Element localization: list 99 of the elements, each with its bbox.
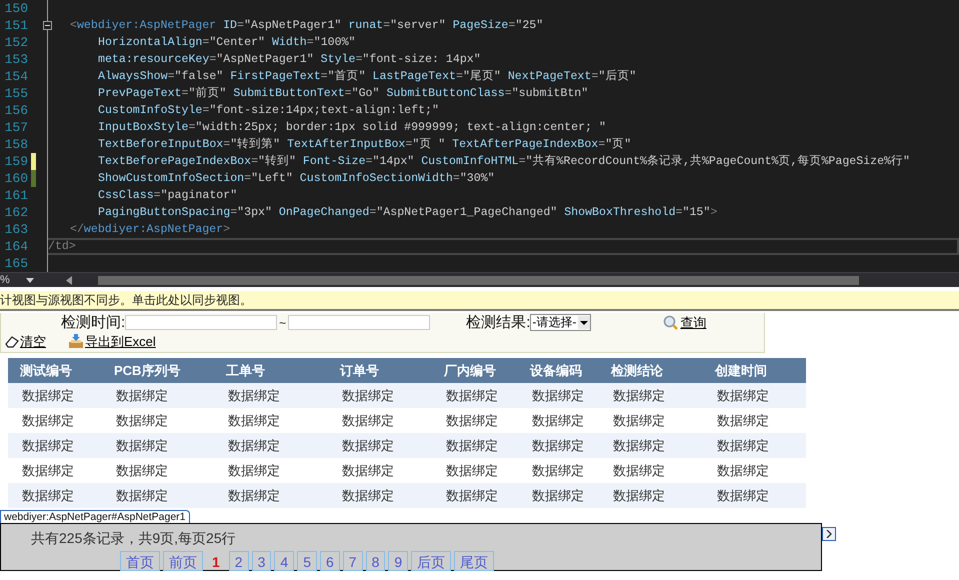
start-time-field[interactable] [125,315,278,330]
table-cell: 数据绑定 [328,383,432,408]
range-separator: ~ [279,316,286,330]
column-header[interactable]: 测试编号 [8,358,102,383]
table-cell: 数据绑定 [432,383,518,408]
table-cell: 数据绑定 [214,383,328,408]
magnifier-icon [663,314,680,330]
code-line: <webdiyer:AspNetPager ID="AspNetPager1" runat="server" PageSize="25" [70,18,544,33]
code-line: meta:resourceKey="AspNetPager1" Style="font-size: 14px" [98,52,481,67]
page-button[interactable]: 首页 [120,551,160,571]
sync-warning-bar[interactable]: 计视图与源视图不同步。单击此处以同步视图。 [0,291,959,311]
table-cell: 数据绑定 [214,483,328,508]
table-cell: 数据绑定 [8,383,102,408]
record-info: 共有225条记录，共9页,每页25行 [31,530,237,548]
column-header[interactable]: PCB序列号 [102,358,214,383]
line-number: 150 [4,0,28,17]
column-header[interactable]: 厂内编号 [432,358,518,383]
collapse-icon[interactable] [42,21,52,30]
code-line: TextBeforeInputBox="转到第" TextAfterInputBox="页 " TextAfterPageIndexBox="页" [98,137,632,152]
code-line: InputBoxStyle="width:25px; border:1px solid #999999; text-align:center; " [98,120,606,135]
line-number: 160 [4,170,28,187]
page-button[interactable]: 5 [297,551,317,571]
table-cell: 数据绑定 [102,483,214,508]
page-button[interactable]: 1 [206,551,226,571]
code-line: PagingButtonSpacing="3px" OnPageChanged="AspNetPager1_PageChanged" ShowBoxThreshold="15"> [98,205,718,220]
line-number: 156 [4,102,28,119]
table-cell: 数据绑定 [102,433,214,458]
table-cell: 数据绑定 [703,383,806,408]
chevron-icon [826,530,832,538]
code-line: PrevPageText="前页" SubmitButtonText="Go" SubmitButtonClass="submitBtn" [98,86,588,101]
line-number: 158 [4,136,28,153]
column-header[interactable]: 检测结论 [599,358,703,383]
table-cell: 数据绑定 [518,383,599,408]
code-line: TextBeforePageIndexBox="转到" Font-Size="14px" CustomInfoHTML="共有%RecordCount%条记录,共%PageCount%页,每页%PageSize%行" [98,154,910,169]
time-label: 检测时间: [61,313,126,332]
result-select[interactable]: -请选择- [530,314,592,331]
page-button[interactable]: 尾页 [454,551,494,571]
line-number: 165 [4,255,28,272]
table-cell: 数据绑定 [214,433,328,458]
page-button[interactable]: 8 [366,551,386,571]
line-number: 161 [4,187,28,204]
table-cell: 数据绑定 [599,483,703,508]
table-cell: 数据绑定 [102,383,214,408]
table-cell: 数据绑定 [599,383,703,408]
page-button[interactable]: 9 [388,551,408,571]
table-cell: 数据绑定 [518,483,599,508]
query-link[interactable]: 查询 [663,314,706,332]
page-button[interactable]: 6 [320,551,340,571]
scroll-left-icon[interactable] [66,276,72,284]
caret-icon[interactable] [26,278,34,282]
table-cell: 数据绑定 [432,433,518,458]
table-cell: 数据绑定 [8,433,102,458]
table-cell: 数据绑定 [599,433,703,458]
code-line: /td> [48,239,76,254]
code-line: CssClass="paginator" [98,188,238,203]
line-number: 159 [4,153,28,170]
column-header[interactable]: 设备编码 [518,358,599,383]
line-number: 164 [4,238,28,255]
line-number: 154 [4,68,28,85]
code-line: CustomInfoStyle="font-size:14px;text-align:left;" [98,103,439,118]
table-cell: 数据绑定 [703,483,806,508]
table-cell: 数据绑定 [703,433,806,458]
page-button[interactable]: 2 [228,551,249,571]
line-number: 155 [4,85,28,102]
line-number: 157 [4,119,28,136]
code-line: HorizontalAlign="Center" Width="100%" [98,35,356,50]
column-header[interactable]: 创建时间 [703,358,806,383]
column-header[interactable]: 订单号 [328,358,432,383]
line-number: 152 [4,34,28,51]
zoom-level[interactable]: % [0,274,22,286]
table-cell: 数据绑定 [328,433,432,458]
eraser-icon [5,336,19,348]
table-cell: 数据绑定 [8,483,102,508]
dropdown-icon [578,316,590,329]
export-link[interactable]: 导出到Excel [68,332,156,350]
page-button[interactable]: 3 [252,551,272,571]
line-number: 153 [4,51,28,68]
table-cell: 数据绑定 [328,483,432,508]
line-number: 162 [4,204,28,221]
page-button[interactable]: 7 [342,551,363,571]
table-cell: 数据绑定 [432,483,518,508]
code-editor[interactable] [0,0,959,287]
expand-button[interactable] [822,527,836,541]
page-button[interactable]: 4 [274,551,294,571]
line-number: 163 [4,221,28,238]
table-cell: 数据绑定 [518,433,599,458]
export-icon [68,334,84,349]
column-header[interactable]: 工单号 [214,358,328,383]
code-line: ShowCustomInfoSection="Left" CustomInfoSectionWidth="30%" [98,171,495,186]
control-tag: webdiyer:AspNetPager#AspNetPager1 [0,510,190,523]
code-line: AlwaysShow="false" FirstPageText="首页" LastPageText="尾页" NextPageText="后页" [98,69,636,84]
scrollbar-thumb[interactable] [98,276,859,285]
page-button[interactable]: 后页 [411,551,452,571]
line-number: 151 [4,17,28,34]
result-label: 检测结果: [466,313,530,332]
page-button[interactable]: 前页 [163,551,203,571]
end-time-field[interactable] [288,315,430,330]
code-line: </webdiyer:AspNetPager> [70,222,230,237]
clear-link[interactable]: 清空 [5,332,46,350]
